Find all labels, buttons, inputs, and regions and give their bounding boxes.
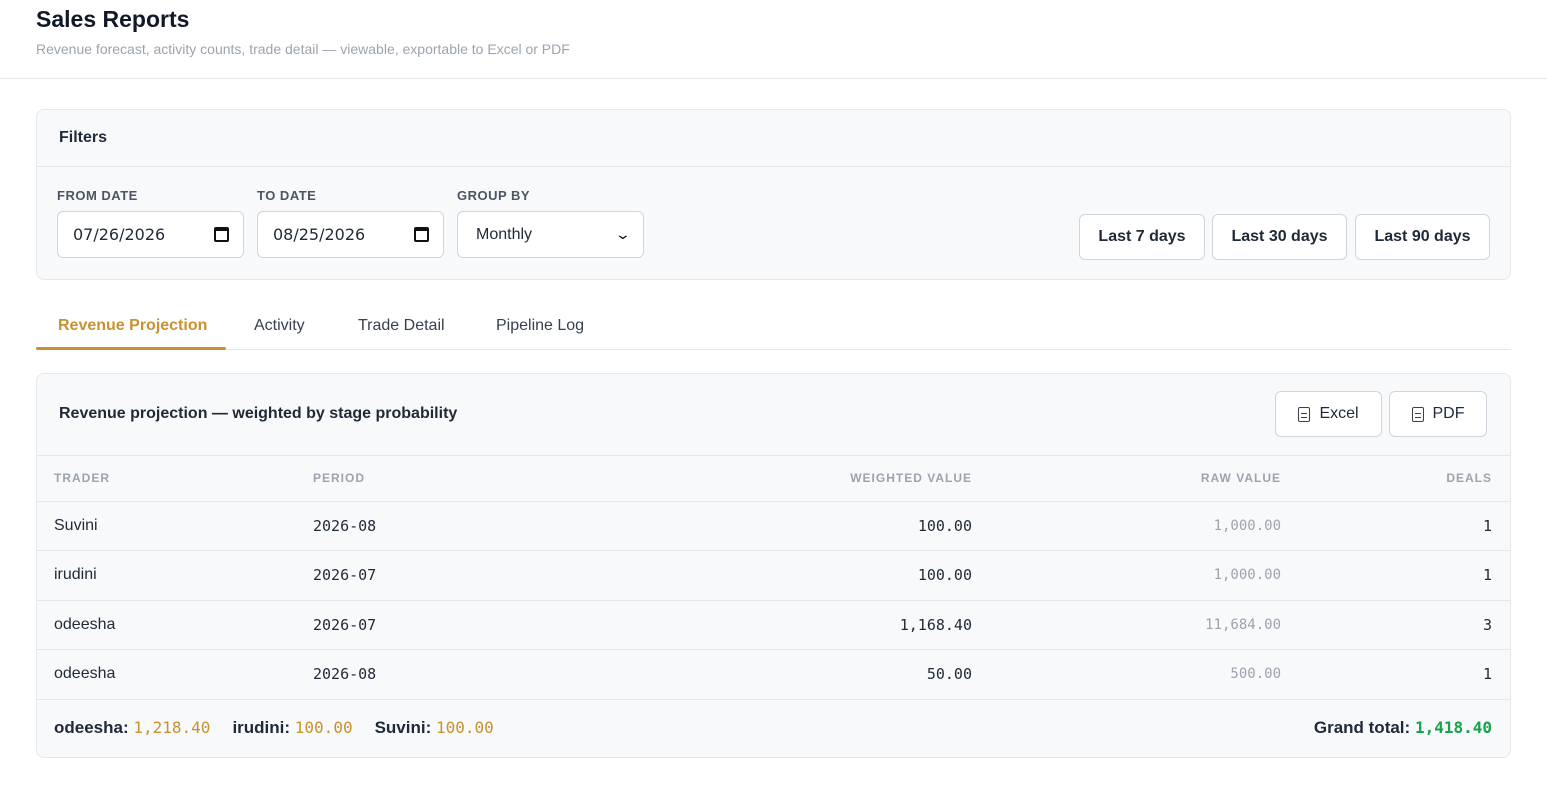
deals-cell: 1 <box>1281 649 1510 700</box>
column-header-weighted-value[interactable]: WEIGHTED VALUE <box>653 456 972 502</box>
export-excel-label: Excel <box>1319 405 1359 422</box>
tab-pipeline-log[interactable]: Pipeline Log <box>496 317 584 335</box>
report-panel: Revenue projection — weighted by stage p… <box>36 373 1511 758</box>
table-row[interactable]: odeesha 2026-07 1,168.40 11,684.00 3 <box>37 600 1510 650</box>
tab-revenue-projection[interactable]: Revenue Projection <box>58 317 207 335</box>
from-date-field: FROM DATE 07/26/2026 <box>57 188 244 258</box>
trader-total-value: 100.00 <box>435 717 494 737</box>
grand-total-value: 1,418.40 <box>1414 717 1492 737</box>
calendar-icon[interactable] <box>214 227 229 242</box>
to-date-input[interactable]: 08/25/2026 <box>257 211 444 258</box>
trader-total-value: 1,218.40 <box>133 717 211 737</box>
chevron-down-icon: ⌄ <box>614 226 632 242</box>
report-title: Revenue projection — weighted by stage p… <box>59 405 458 422</box>
group-by-field: GROUP BY Monthly ⌄ <box>457 188 644 258</box>
trader-total-name: irudini: <box>232 717 291 737</box>
tab-trade-detail[interactable]: Trade Detail <box>358 317 445 335</box>
spreadsheet-icon <box>1298 406 1311 422</box>
period-cell: 2026-08 <box>313 501 653 551</box>
from-date-input[interactable]: 07/26/2026 <box>57 211 244 258</box>
weighted-value-cell: 100.00 <box>653 550 972 601</box>
report-tabs: Revenue Projection Activity Trade Detail… <box>36 305 1511 350</box>
last-30-days-button[interactable]: Last 30 days <box>1212 214 1347 260</box>
to-date-field: TO DATE 08/25/2026 <box>257 188 444 258</box>
report-footer: odeesha: 1,218.40 irudini: 100.00 Suvini… <box>37 700 1510 758</box>
filters-panel: Filters FROM DATE 07/26/2026 TO DATE 08/… <box>36 109 1511 280</box>
deals-cell: 1 <box>1281 550 1510 601</box>
table-row[interactable]: irudini 2026-07 100.00 1,000.00 1 <box>37 550 1510 601</box>
page-subtitle: Revenue forecast, activity counts, trade… <box>36 41 570 57</box>
filters-title: Filters <box>37 110 1510 167</box>
from-date-value: 07/26/2026 <box>73 225 166 244</box>
table-row[interactable]: odeesha 2026-08 50.00 500.00 1 <box>37 649 1510 700</box>
raw-value-cell: 1,000.00 <box>972 550 1281 601</box>
page-title: Sales Reports <box>36 6 190 32</box>
trader-cell: irudini <box>37 550 313 601</box>
grand-total-label: Grand total: <box>1313 717 1411 737</box>
grand-total: Grand total: 1,418.40 <box>1314 718 1492 738</box>
trader-total-name: odeesha: <box>54 717 129 737</box>
deals-cell: 3 <box>1281 600 1510 650</box>
period-cell: 2026-07 <box>313 550 653 601</box>
weighted-value-cell: 1,168.40 <box>653 600 972 650</box>
active-tab-indicator <box>36 347 226 350</box>
from-date-label: FROM DATE <box>57 188 138 203</box>
to-date-label: TO DATE <box>257 188 317 203</box>
group-by-select[interactable]: Monthly ⌄ <box>457 211 644 258</box>
export-pdf-button[interactable]: PDF <box>1389 391 1487 437</box>
raw-value-cell: 11,684.00 <box>972 600 1281 650</box>
last-90-days-button[interactable]: Last 90 days <box>1355 214 1490 260</box>
deals-cell: 1 <box>1281 501 1510 551</box>
trader-cell: odeesha <box>37 600 313 650</box>
revenue-table: TRADER PERIOD WEIGHTED VALUE RAW VALUE D… <box>37 456 1510 700</box>
table-row[interactable]: Suvini 2026-08 100.00 1,000.00 1 <box>37 501 1510 551</box>
group-by-value: Monthly <box>476 225 533 243</box>
column-header-trader[interactable]: TRADER <box>37 456 313 502</box>
to-date-value: 08/25/2026 <box>273 225 366 244</box>
report-header: Revenue projection — weighted by stage p… <box>37 374 1510 456</box>
trader-total: irudini: 100.00 <box>232 718 352 738</box>
group-by-label: GROUP BY <box>457 188 531 203</box>
raw-value-cell: 500.00 <box>972 649 1281 700</box>
period-cell: 2026-08 <box>313 649 653 700</box>
tab-activity[interactable]: Activity <box>254 317 305 335</box>
column-header-deals[interactable]: DEALS <box>1281 456 1510 502</box>
last-7-days-button[interactable]: Last 7 days <box>1079 214 1205 260</box>
trader-cell: Suvini <box>37 501 313 551</box>
trader-totals: odeesha: 1,218.40 irudini: 100.00 Suvini… <box>54 718 494 738</box>
export-pdf-label: PDF <box>1432 405 1465 422</box>
calendar-icon[interactable] <box>414 227 429 242</box>
weighted-value-cell: 50.00 <box>653 649 972 700</box>
page-header: Sales Reports Revenue forecast, activity… <box>0 0 1547 79</box>
column-header-raw-value[interactable]: RAW VALUE <box>972 456 1281 502</box>
column-header-period[interactable]: PERIOD <box>313 456 653 502</box>
weighted-value-cell: 100.00 <box>653 501 972 551</box>
trader-total: Suvini: 100.00 <box>375 718 494 738</box>
trader-total-name: Suvini: <box>374 717 432 737</box>
document-icon <box>1411 406 1424 422</box>
trader-total-value: 100.00 <box>294 717 353 737</box>
trader-total: odeesha: 1,218.40 <box>54 718 210 738</box>
trader-cell: odeesha <box>37 649 313 700</box>
period-cell: 2026-07 <box>313 600 653 650</box>
export-excel-button[interactable]: Excel <box>1275 391 1382 437</box>
table-header-row: TRADER PERIOD WEIGHTED VALUE RAW VALUE D… <box>37 456 1510 502</box>
raw-value-cell: 1,000.00 <box>972 501 1281 551</box>
